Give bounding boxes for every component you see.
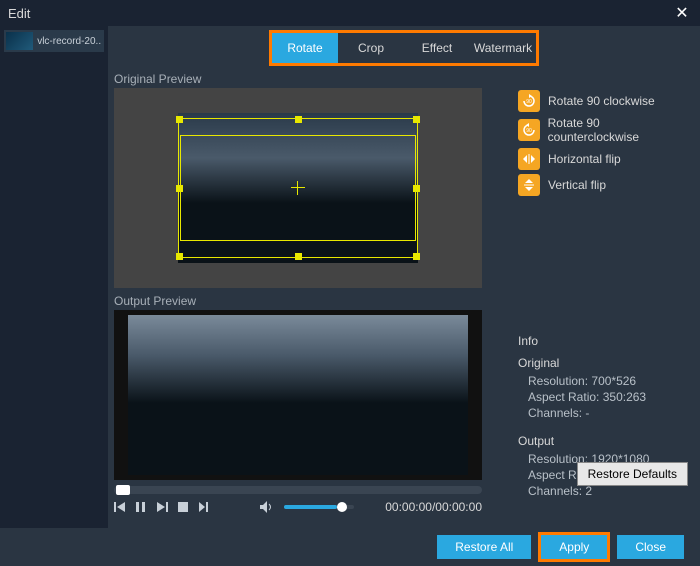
rotate-ccw-icon: 90: [518, 119, 540, 141]
tab-crop[interactable]: Crop: [338, 33, 404, 63]
rotate-cw-option[interactable]: 90 Rotate 90 clockwise: [518, 90, 692, 112]
orig-channels-label: Channels:: [528, 406, 582, 420]
end-icon[interactable]: [198, 501, 210, 513]
next-icon[interactable]: [156, 501, 168, 513]
time-display: 00:00:00/00:00:00: [385, 500, 482, 514]
rotate-ccw-option[interactable]: 90 Rotate 90 counterclockwise: [518, 116, 692, 144]
output-preview-area: [114, 310, 482, 480]
rotate-cw-label: Rotate 90 clockwise: [548, 94, 655, 108]
svg-text:90: 90: [526, 128, 532, 134]
orig-res-value: 700*526: [591, 374, 636, 388]
prev-icon[interactable]: [114, 501, 126, 513]
playback-progress[interactable]: [114, 486, 482, 494]
flip-v-option[interactable]: Vertical flip: [518, 174, 692, 196]
output-video-frame: [128, 315, 468, 475]
tab-effect[interactable]: Effect: [404, 33, 470, 63]
clip-label: vlc-record-20...: [37, 36, 102, 47]
flip-v-icon: [518, 174, 540, 196]
clip-item[interactable]: vlc-record-20...: [4, 30, 104, 52]
pause-icon[interactable]: [136, 501, 146, 513]
original-video-frame: [178, 113, 418, 263]
close-icon[interactable]: ✕: [672, 3, 692, 23]
flip-v-label: Vertical flip: [548, 178, 606, 192]
window-title: Edit: [8, 6, 672, 21]
restore-defaults-button[interactable]: Restore Defaults: [577, 462, 688, 486]
output-preview-label: Output Preview: [114, 294, 488, 308]
flip-h-label: Horizontal flip: [548, 152, 621, 166]
clip-thumbnail: [6, 32, 33, 50]
progress-thumb[interactable]: [116, 485, 130, 495]
out-channels-value: 2: [585, 484, 592, 498]
tabs-highlight: Rotate Crop Effect Watermark: [108, 26, 700, 66]
orig-aspect-label: Aspect Ratio:: [528, 390, 599, 404]
flip-h-icon: [518, 148, 540, 170]
tab-rotate[interactable]: Rotate: [272, 33, 338, 63]
volume-slider[interactable]: [284, 505, 354, 509]
flip-h-option[interactable]: Horizontal flip: [518, 148, 692, 170]
orig-res-label: Resolution:: [528, 374, 588, 388]
orig-channels-value: -: [585, 406, 589, 420]
original-preview-label: Original Preview: [114, 72, 488, 86]
info-output-title: Output: [518, 434, 692, 448]
volume-icon[interactable]: [260, 501, 274, 513]
orig-aspect-value: 350:263: [603, 390, 646, 404]
clip-sidebar: vlc-record-20...: [0, 26, 108, 528]
stop-icon[interactable]: [178, 502, 188, 512]
crop-center-icon: [291, 181, 305, 195]
rotate-ccw-label: Rotate 90 counterclockwise: [548, 116, 692, 144]
out-channels-label: Channels:: [528, 484, 582, 498]
info-original-title: Original: [518, 356, 692, 370]
tab-watermark[interactable]: Watermark: [470, 33, 536, 63]
rotate-cw-icon: 90: [518, 90, 540, 112]
apply-button[interactable]: Apply: [541, 535, 607, 559]
volume-thumb[interactable]: [337, 502, 347, 512]
info-header: Info: [518, 334, 692, 348]
original-preview-area[interactable]: [114, 88, 482, 288]
restore-all-button[interactable]: Restore All: [437, 535, 531, 559]
close-button[interactable]: Close: [617, 535, 684, 559]
svg-text:90: 90: [526, 99, 532, 105]
